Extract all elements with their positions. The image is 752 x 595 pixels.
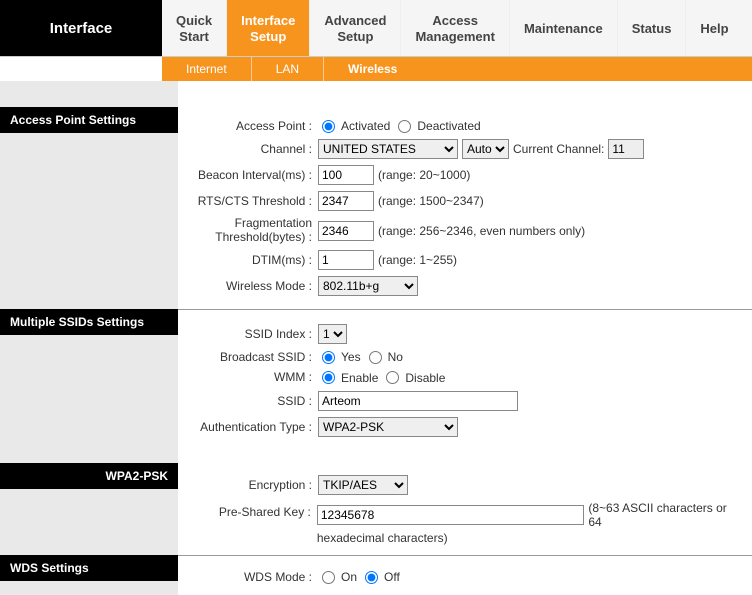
auth-label: Authentication Type : xyxy=(188,420,318,434)
section-wpa2psk: WPA2-PSK xyxy=(0,463,178,489)
ssid-input[interactable] xyxy=(318,391,518,411)
psk-hint1: (8~63 ASCII characters or 64 xyxy=(588,501,742,529)
channel-auto-select[interactable]: Auto xyxy=(462,139,509,159)
tab-advanced-setup[interactable]: Advanced Setup xyxy=(310,0,401,56)
psk-label: Pre-Shared Key : xyxy=(188,501,317,519)
enc-select[interactable]: TKIP/AES xyxy=(318,475,408,495)
wds-off-label: Off xyxy=(384,570,400,584)
ap-activated-label: Activated xyxy=(341,119,390,133)
beacon-hint: (range: 20~1000) xyxy=(378,168,470,182)
section-access-point: Access Point Settings xyxy=(0,107,178,133)
broadcast-no-radio[interactable] xyxy=(369,351,382,364)
wmm-enable-label: Enable xyxy=(341,371,378,385)
subtab-lan[interactable]: LAN xyxy=(252,57,324,81)
broadcast-no-label: No xyxy=(388,350,403,364)
current-channel-label: Current Channel: xyxy=(513,142,604,156)
tab-access-management[interactable]: Access Management xyxy=(401,0,509,56)
subtab-internet[interactable]: Internet xyxy=(162,57,252,81)
wmm-disable-radio[interactable] xyxy=(386,371,399,384)
channel-label: Channel : xyxy=(188,142,318,156)
current-channel-value xyxy=(608,139,644,159)
wmm-label: WMM : xyxy=(188,370,318,384)
frag-input[interactable] xyxy=(318,221,374,241)
dtim-label: DTIM(ms) : xyxy=(188,253,318,267)
beacon-input[interactable] xyxy=(318,165,374,185)
tab-quick-start[interactable]: Quick Start xyxy=(162,0,227,56)
rts-hint: (range: 1500~2347) xyxy=(378,194,484,208)
wds-off-radio[interactable] xyxy=(365,571,378,584)
rts-label: RTS/CTS Threshold : xyxy=(188,194,318,208)
psk-input[interactable] xyxy=(317,505,585,525)
wds-mode-label: WDS Mode : xyxy=(188,570,318,584)
dtim-hint: (range: 1~255) xyxy=(378,253,457,267)
wmode-select[interactable]: 802.11b+g xyxy=(318,276,418,296)
tab-interface-setup[interactable]: Interface Setup xyxy=(227,0,310,56)
country-select[interactable]: UNITED STATES xyxy=(318,139,458,159)
section-multiple-ssids: Multiple SSIDs Settings xyxy=(0,309,178,335)
frag-label: Fragmentation Threshold(bytes) : xyxy=(188,217,318,243)
ap-activated-radio[interactable] xyxy=(322,120,335,133)
ssid-label: SSID : xyxy=(188,394,318,408)
ap-label: Access Point : xyxy=(188,119,318,133)
tab-help[interactable]: Help xyxy=(686,0,742,56)
ap-deactivated-radio[interactable] xyxy=(398,120,411,133)
main-tabs: Quick Start Interface Setup Advanced Set… xyxy=(162,0,752,56)
wds-on-label: On xyxy=(341,570,357,584)
wmm-enable-radio[interactable] xyxy=(322,371,335,384)
wmode-label: Wireless Mode : xyxy=(188,279,318,293)
wmm-disable-label: Disable xyxy=(405,371,445,385)
enc-label: Encryption : xyxy=(188,478,318,492)
top-bar: Interface Quick Start Interface Setup Ad… xyxy=(0,0,752,57)
subtab-wireless[interactable]: Wireless xyxy=(324,57,421,81)
dtim-input[interactable] xyxy=(318,250,374,270)
auth-select[interactable]: WPA2-PSK xyxy=(318,417,458,437)
rts-input[interactable] xyxy=(318,191,374,211)
frag-hint: (range: 256~2346, even numbers only) xyxy=(378,224,585,238)
psk-hint2: hexadecimal characters) xyxy=(317,531,448,545)
ap-deactivated-label: Deactivated xyxy=(417,119,480,133)
broadcast-yes-label: Yes xyxy=(341,350,361,364)
brand-title: Interface xyxy=(0,0,162,56)
tab-maintenance[interactable]: Maintenance xyxy=(510,0,618,56)
ssid-index-select[interactable]: 1 xyxy=(318,324,347,344)
section-wds: WDS Settings xyxy=(0,555,178,581)
sub-tabs: Internet LAN Wireless xyxy=(162,57,752,81)
wds-on-radio[interactable] xyxy=(322,571,335,584)
broadcast-yes-radio[interactable] xyxy=(322,351,335,364)
tab-status[interactable]: Status xyxy=(618,0,687,56)
beacon-label: Beacon Interval(ms) : xyxy=(188,168,318,182)
broadcast-label: Broadcast SSID : xyxy=(188,350,318,364)
ssid-index-label: SSID Index : xyxy=(188,327,318,341)
